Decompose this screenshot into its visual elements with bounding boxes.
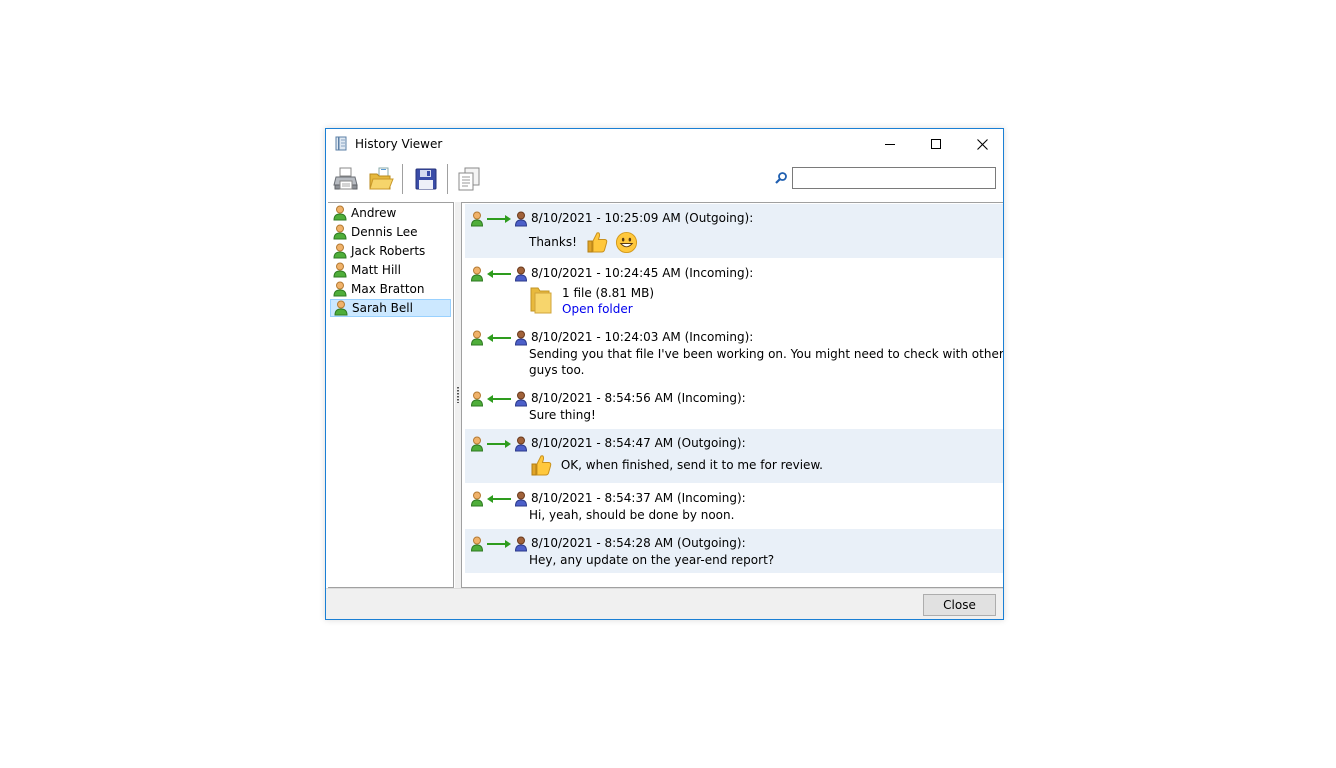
user-icon <box>333 205 347 221</box>
save-button[interactable] <box>410 163 442 195</box>
thumbs-up-icon <box>531 455 552 476</box>
message-text: guys too. <box>529 363 585 377</box>
user-icon <box>334 300 348 316</box>
contact-list: Andrew Dennis Lee Jack Roberts Matt Hill… <box>328 202 454 588</box>
message-item: 8/10/2021 - 10:24:03 AM (Incoming): Send… <box>465 323 1003 383</box>
file-info: 1 file (8.81 MB) <box>562 286 655 300</box>
message-text: Hi, yeah, should be done by noon. <box>529 508 735 522</box>
search-icon <box>775 172 787 184</box>
footer-bar: Close <box>326 588 1003 619</box>
printer-icon <box>333 167 358 190</box>
book-icon <box>335 136 347 151</box>
message-text: Sure thing! <box>529 408 596 422</box>
message-header: 8/10/2021 - 8:54:47 AM (Outgoing): <box>531 436 746 450</box>
message-body: Thanks! <box>529 230 638 254</box>
message-text: Hey, any update on the year-end report? <box>529 553 775 567</box>
message-history: 8/10/2021 - 10:25:09 AM (Outgoing): Than… <box>461 202 1003 588</box>
message-header: 8/10/2021 - 10:25:09 AM (Outgoing): <box>531 211 754 225</box>
minimize-icon <box>885 144 895 145</box>
incoming-direction-icon <box>471 491 528 507</box>
message-item: 8/10/2021 - 8:54:56 AM (Incoming): Sure … <box>465 384 1003 428</box>
user-icon <box>333 281 347 297</box>
toolbar <box>326 159 1003 199</box>
title-bar[interactable]: History Viewer <box>326 129 1003 159</box>
save-icon <box>415 168 437 190</box>
message-text: Thanks! <box>529 235 577 249</box>
contact-item-dennis-lee[interactable]: Dennis Lee <box>330 223 451 241</box>
message-item: 8/10/2021 - 8:54:37 AM (Incoming): Hi, y… <box>465 484 1003 528</box>
contact-item-jack-roberts[interactable]: Jack Roberts <box>330 242 451 260</box>
maximize-button[interactable] <box>913 129 959 159</box>
folder-icon <box>530 287 552 314</box>
minimize-button[interactable] <box>867 129 913 159</box>
copy-button[interactable] <box>453 163 485 195</box>
close-window-button[interactable] <box>959 129 1005 159</box>
contact-item-matt-hill[interactable]: Matt Hill <box>330 261 451 279</box>
message-text: Sending you that file I've been working … <box>529 347 1003 361</box>
print-button[interactable] <box>330 163 362 195</box>
contact-item-max-bratton[interactable]: Max Bratton <box>330 280 451 298</box>
message-text: OK, when finished, send it to me for rev… <box>560 458 823 472</box>
message-item: 8/10/2021 - 10:25:09 AM (Outgoing): Than… <box>465 204 1003 258</box>
grinning-face-icon <box>615 231 637 253</box>
user-icon <box>333 243 347 259</box>
message-header: 8/10/2021 - 10:24:45 AM (Incoming): <box>531 266 754 280</box>
outgoing-direction-icon <box>471 436 528 452</box>
maximize-icon <box>931 139 941 149</box>
message-header: 8/10/2021 - 8:54:37 AM (Incoming): <box>531 491 746 505</box>
window-title: History Viewer <box>355 137 443 151</box>
open-button[interactable] <box>365 163 397 195</box>
message-item: 8/10/2021 - 10:24:45 AM (Incoming): 1 fi… <box>465 259 1003 322</box>
history-viewer-window: History Viewer Andrew Dennis Lee Jack Ro… <box>325 128 1004 620</box>
user-icon <box>333 262 347 278</box>
contact-item-sarah-bell[interactable]: Sarah Bell <box>330 299 451 317</box>
message-header: 8/10/2021 - 10:24:03 AM (Incoming): <box>531 330 754 344</box>
message-item: 8/10/2021 - 8:54:28 AM (Outgoing): Hey, … <box>465 529 1003 573</box>
incoming-direction-icon <box>471 330 528 346</box>
incoming-direction-icon <box>471 266 528 282</box>
copy-icon <box>458 167 480 191</box>
outgoing-direction-icon <box>471 211 528 227</box>
thumbs-up-icon <box>587 232 608 253</box>
message-body: OK, when finished, send it to me for rev… <box>529 453 823 477</box>
open-folder-icon <box>369 167 394 190</box>
message-header: 8/10/2021 - 8:54:56 AM (Incoming): <box>531 391 746 405</box>
incoming-direction-icon <box>471 391 528 407</box>
close-button[interactable]: Close <box>923 594 996 616</box>
outgoing-direction-icon <box>471 536 528 552</box>
close-icon <box>976 138 988 150</box>
message-item: 8/10/2021 - 8:54:47 AM (Outgoing): OK, w… <box>465 429 1003 483</box>
contact-item-andrew[interactable]: Andrew <box>330 204 451 222</box>
user-icon <box>333 224 347 240</box>
search-input[interactable] <box>792 167 996 189</box>
open-folder-link[interactable]: Open folder <box>562 302 633 316</box>
splitter-grip[interactable] <box>457 387 459 403</box>
message-header: 8/10/2021 - 8:54:28 AM (Outgoing): <box>531 536 746 550</box>
